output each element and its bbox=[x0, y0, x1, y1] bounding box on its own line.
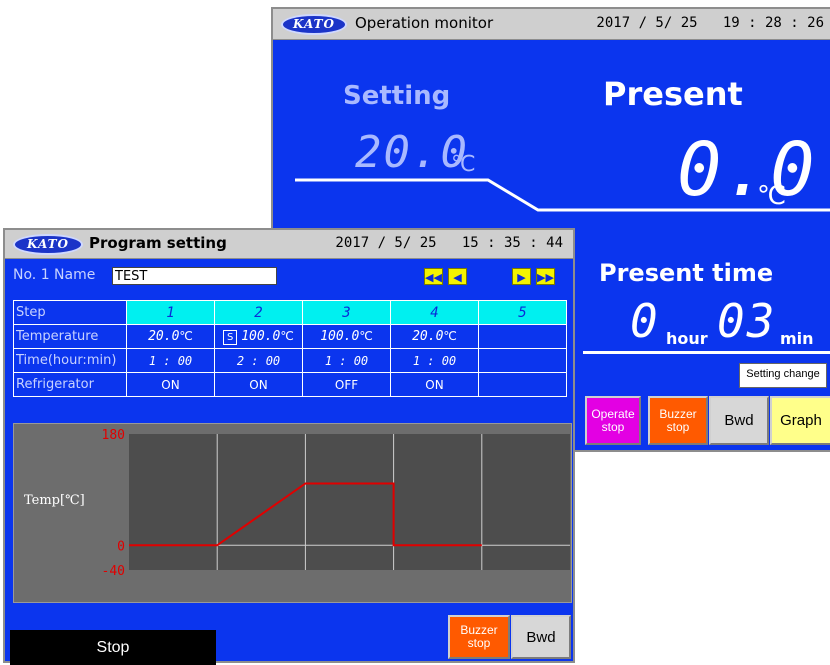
graph-button[interactable]: Graph bbox=[770, 396, 830, 445]
refrigerator-cell[interactable] bbox=[478, 372, 567, 397]
plot-area bbox=[129, 434, 570, 570]
operate-stop-label-2: stop bbox=[601, 419, 625, 434]
time-row: Time(hour:min) 1 : 00 2 : 00 1 : 00 1 : … bbox=[13, 348, 567, 373]
chart-svg: 180 0 -40 Temp[℃] bbox=[24, 428, 570, 579]
step-header-row: Step 1 2 3 4 5 bbox=[13, 300, 567, 325]
y-tick-label: -40 bbox=[102, 564, 125, 579]
time-cell[interactable]: 2 : 00 bbox=[214, 348, 303, 373]
minutes-unit: min bbox=[780, 329, 814, 348]
buzzer-stop-label-1: Buzzer bbox=[659, 406, 697, 421]
hours-unit: hour bbox=[666, 329, 708, 348]
step-table: Step 1 2 3 4 5 Temperature 20.0℃ S 100.0℃… bbox=[13, 300, 567, 397]
minutes-value: 03 bbox=[717, 294, 777, 348]
kato-logo: KATO bbox=[13, 234, 83, 255]
buzzer-stop-button[interactable]: Buzzer stop bbox=[648, 396, 708, 445]
buzzer-stop-label-1: Buzzer bbox=[460, 623, 498, 637]
temperature-cell[interactable]: 100.0℃ bbox=[302, 324, 391, 349]
row-label-step: Step bbox=[13, 300, 127, 325]
time-cell[interactable] bbox=[478, 348, 567, 373]
y-axis-label: Temp[℃] bbox=[24, 493, 85, 508]
buzzer-stop-label-2: stop bbox=[467, 636, 491, 650]
bwd-button[interactable]: Bwd bbox=[511, 615, 571, 659]
refrigerator-cell[interactable]: ON bbox=[126, 372, 215, 397]
time-cell[interactable]: 1 : 00 bbox=[126, 348, 215, 373]
step-number[interactable]: 1 bbox=[126, 300, 215, 325]
time-cell[interactable]: 1 : 00 bbox=[302, 348, 391, 373]
row-label-temperature: Temperature bbox=[13, 324, 127, 349]
temperature-cell[interactable] bbox=[478, 324, 567, 349]
program-title-bar: KATO Program setting 2017 / 5/ 25 15 : 3… bbox=[5, 230, 573, 259]
program-number-name-label: No. 1 Name bbox=[13, 267, 96, 283]
datetime-display: 2017 / 5/ 25 15 : 35 : 44 bbox=[335, 235, 563, 251]
last-page-icon[interactable]: ▶▶ bbox=[536, 268, 555, 285]
bwd-button[interactable]: Bwd bbox=[709, 396, 769, 445]
refrigerator-cell[interactable]: ON bbox=[390, 372, 479, 397]
buzzer-stop-label-2: stop bbox=[666, 419, 690, 434]
refrigerator-cell[interactable]: OFF bbox=[302, 372, 391, 397]
present-temperature-unit: ℃ bbox=[757, 181, 787, 211]
row-label-time: Time(hour:min) bbox=[13, 348, 127, 373]
window-title: Program setting bbox=[89, 234, 227, 252]
refrigerator-cell[interactable]: ON bbox=[214, 372, 303, 397]
first-page-icon[interactable]: ◀◀ bbox=[424, 268, 443, 285]
temperature-cell[interactable]: 20.0℃ bbox=[390, 324, 479, 349]
refrigerator-row: Refrigerator ON ON OFF ON bbox=[13, 372, 567, 397]
program-name-field[interactable]: TEST bbox=[112, 267, 277, 285]
step-number[interactable]: 5 bbox=[478, 300, 567, 325]
stop-status: Stop bbox=[10, 630, 216, 665]
temperature-profile-chart: 180 0 -40 Temp[℃] bbox=[13, 423, 572, 603]
s-flag-badge: S bbox=[223, 329, 238, 345]
y-tick-label: 0 bbox=[117, 539, 125, 554]
operate-stop-label-1: Operate bbox=[591, 406, 635, 421]
time-divider bbox=[583, 351, 830, 354]
step-number[interactable]: 4 bbox=[390, 300, 479, 325]
setting-change-button[interactable]: Setting change bbox=[739, 363, 827, 388]
step-number[interactable]: 3 bbox=[302, 300, 391, 325]
y-tick-label: 180 bbox=[102, 428, 125, 443]
present-time-label: Present time bbox=[599, 259, 774, 287]
temperature-cell[interactable]: S 100.0℃ bbox=[214, 324, 303, 349]
prev-page-icon[interactable]: ◀ bbox=[448, 268, 467, 285]
temperature-row: Temperature 20.0℃ S 100.0℃ 100.0℃ 20.0℃ bbox=[13, 324, 567, 349]
buzzer-stop-button[interactable]: Buzzer stop bbox=[448, 615, 510, 659]
operate-stop-button[interactable]: Operate stop bbox=[585, 396, 641, 445]
next-page-icon[interactable]: ▶ bbox=[512, 268, 531, 285]
temperature-cell[interactable]: 20.0℃ bbox=[126, 324, 215, 349]
program-setting-window: KATO Program setting 2017 / 5/ 25 15 : 3… bbox=[3, 228, 575, 665]
row-label-refrigerator: Refrigerator bbox=[13, 372, 127, 397]
time-cell[interactable]: 1 : 00 bbox=[390, 348, 479, 373]
hours-value: 0 bbox=[630, 294, 660, 348]
present-temperature-value: 0.0 bbox=[677, 127, 817, 213]
step-number[interactable]: 2 bbox=[214, 300, 303, 325]
